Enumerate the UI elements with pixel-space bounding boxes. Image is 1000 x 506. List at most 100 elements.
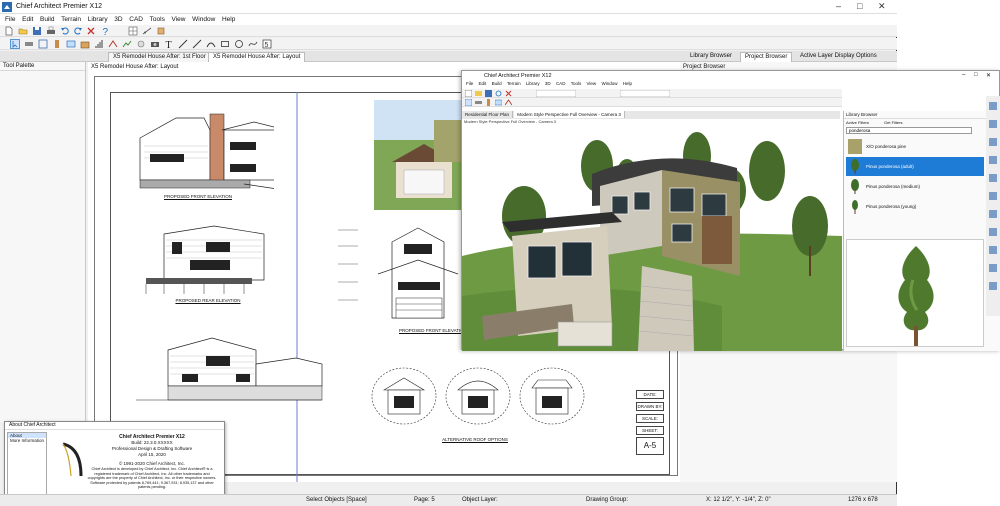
svg-text:?: ? [103,27,109,36]
ov-menu-library[interactable]: Library [526,81,540,86]
tool-palette: Tool Palette [0,62,86,422]
layout-box-icon[interactable]: 5 [262,39,272,49]
dimension-icon[interactable] [142,26,152,36]
menu-cad[interactable]: CAD [129,16,143,23]
caption-alternative-roof-options: ALTERNATIVE ROOF OPTIONS [442,437,508,442]
undo-icon[interactable] [60,26,70,36]
ov-menu-edit[interactable]: Edit [479,81,487,86]
window-title: Chief Architect Premier X12 [16,3,102,10]
text-tool-icon[interactable]: T [164,39,174,49]
tab-project-browser[interactable]: Project Browser [740,52,793,62]
arc-tool-icon[interactable] [206,39,216,49]
menu-edit[interactable]: Edit [22,16,33,23]
redo-icon[interactable] [73,26,83,36]
tab-1st-floor[interactable]: X5 Remodel House After: 1st Floor [108,52,211,62]
overlay-minimize-icon[interactable]: – [962,72,965,78]
delete-icon[interactable] [86,26,96,36]
stairs-tool-icon[interactable] [94,39,104,49]
ov-open-icon[interactable] [475,90,482,97]
wall-tool-icon[interactable] [24,39,34,49]
ov-tab-perspective[interactable]: Modern Style Perspective Full Overview -… [514,111,625,118]
ov-camera-select[interactable] [536,90,576,97]
select-objects-icon[interactable] [10,39,20,49]
library-search-input[interactable] [846,127,972,134]
side-elevation-drawing [136,337,323,401]
tab-layout[interactable]: X5 Remodel House After: Layout [208,52,306,62]
front-elevation-right-drawing [338,227,459,319]
camera-tool-icon[interactable] [150,39,160,49]
ov-roof-icon[interactable] [505,99,512,106]
spline-tool-icon[interactable] [248,39,258,49]
new-file-icon[interactable] [4,26,14,36]
3d-render-view[interactable] [462,126,842,351]
cabinet-tool-icon[interactable] [80,39,90,49]
ov-menu-terrain[interactable]: Terrain [507,81,521,86]
ov-select-icon[interactable] [465,99,472,106]
ov-new-icon[interactable] [465,90,472,97]
active-filters-label[interactable]: Active Filters [846,120,869,125]
ov-save-icon[interactable] [485,90,492,97]
menu-view[interactable]: View [172,16,186,23]
overlay-close-icon[interactable]: ✕ [986,72,991,79]
tab-library-browser[interactable]: Library Browser [686,52,736,62]
menu-build[interactable]: Build [40,16,54,23]
ov-delete-icon[interactable] [505,90,512,97]
plan-view-icon[interactable] [128,26,138,36]
print-icon[interactable] [46,26,56,36]
ov-menu-3d[interactable]: 3D [545,81,551,86]
ov-wall-icon[interactable] [475,99,482,106]
menu-help[interactable]: Help [222,16,235,23]
ov-menu-window[interactable]: Window [601,81,617,86]
tab-active-layer-display-options[interactable]: Active Layer Display Options [796,52,881,62]
library-item[interactable]: Pinus ponderosa (young) [846,197,984,216]
menu-library[interactable]: Library [88,16,108,23]
save-icon[interactable] [32,26,42,36]
help-icon[interactable]: ? [100,26,110,36]
get-filters-label[interactable]: Get Filters [884,120,902,125]
roof-tool-icon[interactable] [108,39,118,49]
status-page: Page: 5 [414,497,435,503]
ov-window-icon[interactable] [495,99,502,106]
more-information-nav-item[interactable]: More Information [8,438,46,443]
ov-menu-help[interactable]: Help [623,81,632,86]
fixture-tool-icon[interactable] [136,39,146,49]
library-filter-row: Active Filters Get Filters [846,120,996,125]
ov-menu-build[interactable]: Build [492,81,502,86]
3d-thumbnail-image [374,100,462,210]
ov-menu-view[interactable]: View [587,81,597,86]
line-tool-icon[interactable] [192,39,202,49]
window-tool-icon[interactable] [66,39,76,49]
maximize-icon[interactable]: □ [857,1,862,11]
library-item-label: Pinus ponderosa (young) [866,204,917,209]
material-icon[interactable] [156,26,166,36]
callout-tool-icon[interactable] [178,39,188,49]
overlay-toolbar-1 [462,89,842,98]
ov-menu-file[interactable]: File [466,81,473,86]
library-item[interactable]: Pinus ponderosa (medium) [846,177,984,196]
about-dialog: About Chief Architect About More Informa… [4,421,225,505]
menu-terrain[interactable]: Terrain [61,16,81,23]
ov-door-icon[interactable] [485,99,492,106]
close-icon[interactable]: ✕ [878,1,886,12]
ov-menu-cad[interactable]: CAD [556,81,566,86]
ov-tab-floor-plan[interactable]: Residential Floor Plan [462,111,514,118]
ov-undo-icon[interactable] [495,90,502,97]
room-tool-icon[interactable] [38,39,48,49]
door-tool-icon[interactable] [52,39,62,49]
circle-tool-icon[interactable] [234,39,244,49]
ov-layer-set-select[interactable] [620,90,670,97]
menu-tools[interactable]: Tools [150,16,165,23]
menu-window[interactable]: Window [192,16,215,23]
minimize-icon[interactable]: – [836,1,841,11]
rectangle-tool-icon[interactable] [220,39,230,49]
library-item[interactable]: X/O ponderosa pine [846,137,984,156]
ov-menu-tools[interactable]: Tools [571,81,582,86]
overlay-maximize-icon[interactable]: □ [974,72,978,78]
menu-3d[interactable]: 3D [114,16,122,23]
open-folder-icon[interactable] [18,26,28,36]
menu-file[interactable]: File [5,16,15,23]
vertical-toolbar-icons[interactable] [986,96,1000,316]
terrain-tool-icon[interactable] [122,39,132,49]
library-item-selected[interactable]: Pinus ponderosa (adult) [846,157,984,176]
status-layer: Object Layer: [462,497,498,503]
